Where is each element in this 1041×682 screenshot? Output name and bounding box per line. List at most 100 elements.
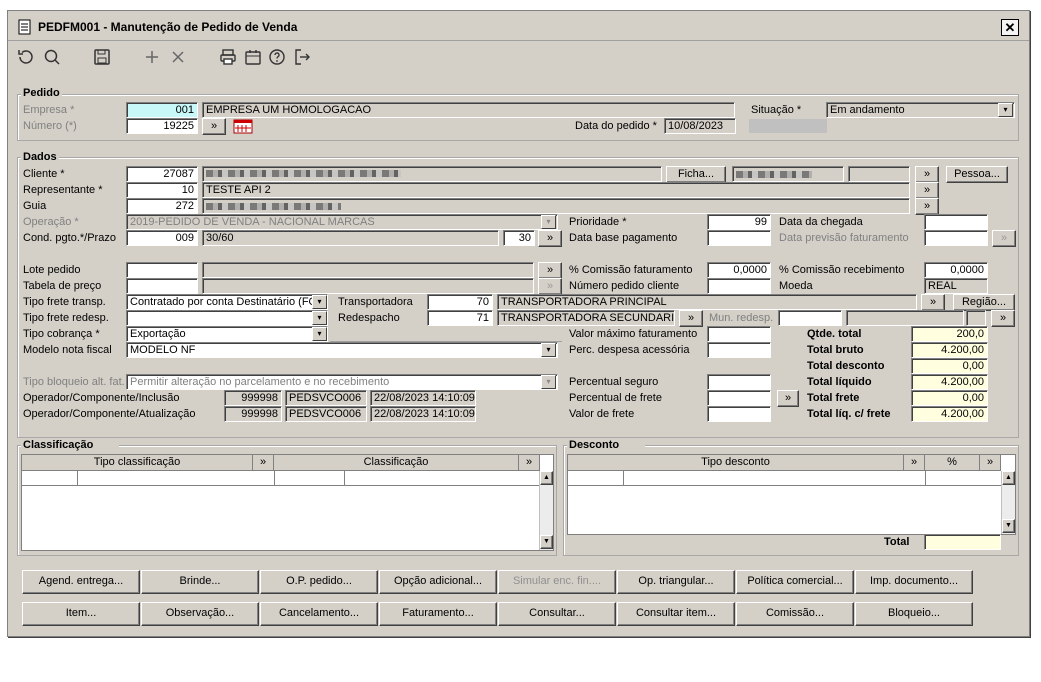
exit-icon[interactable] [292, 47, 312, 67]
situacao-dropdown-button[interactable]: ▾ [998, 103, 1013, 117]
close-button[interactable]: ✕ [1001, 19, 1019, 36]
window-title: PEDFM001 - Manutenção de Pedido de Venda [38, 20, 298, 34]
ficha-button[interactable]: Ficha... [666, 166, 726, 183]
tabela-input[interactable] [126, 278, 198, 294]
col-percentual-arrow[interactable]: » [980, 455, 1001, 471]
prioridade-input[interactable]: 99 [707, 214, 771, 230]
consultar-item-button[interactable]: Consultar item... [617, 602, 735, 626]
frete-transp-select[interactable]: Contratado por conta Destinatário (FOB) [126, 294, 328, 310]
undo-icon[interactable] [16, 47, 36, 67]
empresa-code-input[interactable]: 001 [126, 102, 198, 118]
mun-redesp-input[interactable] [778, 310, 842, 326]
desconto-scrollbar[interactable]: ▲ ▼ [1001, 471, 1015, 534]
lote-label: Lote pedido [23, 264, 81, 276]
calendar-lookup-icon[interactable] [233, 119, 253, 134]
consultar-button[interactable]: Consultar... [498, 602, 616, 626]
cliente-lookup-button[interactable]: » [915, 166, 939, 183]
cond-pgto-lookup-button[interactable]: » [538, 230, 562, 247]
bloqueio-select[interactable]: Permitir alteração no parcelamento e no … [126, 374, 558, 390]
bloqueio-dropdown-button[interactable]: ▾ [541, 375, 556, 389]
situacao-select[interactable]: Em andamento [826, 102, 1015, 118]
desconto-grid[interactable]: Tipo desconto » % » ▲ ▼ [567, 454, 1016, 535]
comissao-fat-input[interactable]: 0,0000 [707, 262, 771, 278]
redespacho-code-input[interactable]: 71 [427, 310, 493, 326]
add-icon[interactable] [142, 47, 162, 67]
classificacao-grid[interactable]: Tipo classificação » Classificação » ▲ ▼ [21, 454, 554, 551]
observacao-button[interactable]: Observação... [141, 602, 259, 626]
cobranca-dropdown-button[interactable]: ▾ [312, 327, 327, 341]
lote-input[interactable] [126, 262, 198, 278]
modelo-select[interactable]: MODELO NF [126, 342, 558, 358]
table-row[interactable] [22, 471, 540, 486]
col-tipo-desconto-arrow[interactable]: » [904, 455, 925, 471]
delete-icon[interactable] [168, 47, 188, 67]
opcao-adicional-button[interactable]: Opção adicional... [379, 570, 497, 594]
save-icon[interactable] [92, 47, 112, 67]
valor-frete-input[interactable] [707, 406, 771, 422]
cobranca-select[interactable]: Exportação [126, 326, 328, 342]
comissao-button[interactable]: Comissão... [736, 602, 854, 626]
operacao-select[interactable]: 2019-PEDIDO DE VENDA - NACIONAL MARCAS [126, 214, 558, 230]
simular-enc-fin-button[interactable]: Simular enc. fin.... [498, 570, 616, 594]
data-previsao-input[interactable] [924, 230, 988, 246]
operacao-dropdown-button[interactable]: ▾ [541, 215, 556, 229]
frete-redesp-dropdown-button[interactable]: ▾ [312, 311, 327, 325]
comissao-rec-input[interactable]: 0,0000 [924, 262, 988, 278]
data-previsao-button[interactable]: » [992, 230, 1016, 247]
transportadora-lookup-button[interactable]: » [921, 294, 945, 311]
perc-frete-input[interactable] [707, 390, 771, 406]
cond-pgto-code-input[interactable]: 009 [126, 230, 198, 246]
col-classificacao-arrow[interactable]: » [519, 455, 540, 471]
redespacho-lookup-button[interactable]: » [679, 310, 703, 327]
o-p-pedido-button[interactable]: O.P. pedido... [260, 570, 378, 594]
search-icon[interactable] [42, 47, 62, 67]
op-triangular-button[interactable]: Op. triangular... [617, 570, 735, 594]
representante-code-input[interactable]: 10 [126, 182, 198, 198]
lote-lookup-button[interactable]: » [538, 262, 562, 279]
imp-documento-button[interactable]: Imp. documento... [855, 570, 973, 594]
numero-input[interactable]: 19225 [126, 118, 198, 134]
data-base-input[interactable] [707, 230, 771, 246]
col-tipo-desconto[interactable]: Tipo desconto [568, 455, 904, 471]
politica-comercial-button[interactable]: Política comercial... [736, 570, 854, 594]
brinde-button[interactable]: Brinde... [141, 570, 259, 594]
frete-transp-dropdown-button[interactable]: ▾ [312, 295, 327, 309]
tabela-lookup-button[interactable]: » [538, 278, 562, 295]
modelo-dropdown-button[interactable]: ▾ [541, 343, 556, 357]
guia-code-input[interactable]: 272 [126, 198, 198, 214]
print-icon[interactable] [218, 47, 238, 67]
transportadora-code-input[interactable]: 70 [427, 294, 493, 310]
cancelamento-button[interactable]: Cancelamento... [260, 602, 378, 626]
perc-seguro-input[interactable] [707, 374, 771, 390]
numero-lookup-button[interactable]: » [202, 118, 226, 135]
agend-entrega-button[interactable]: Agend. entrega... [22, 570, 140, 594]
col-tipo-classificacao[interactable]: Tipo classificação [22, 455, 253, 471]
help-icon[interactable] [267, 47, 287, 67]
num-cliente-input[interactable] [707, 278, 771, 294]
col-tipo-classificacao-arrow[interactable]: » [253, 455, 274, 471]
table-row[interactable] [568, 471, 1001, 486]
classificacao-scrollbar[interactable]: ▲ ▼ [539, 471, 553, 550]
cliente-code-input[interactable]: 27087 [126, 166, 198, 182]
op-inclusao-code: 999998 [224, 390, 282, 406]
pessoa-button[interactable]: Pessoa... [946, 166, 1008, 183]
bloqueio-button[interactable]: Bloqueio... [855, 602, 973, 626]
representante-lookup-button[interactable]: » [915, 182, 939, 199]
col-classificacao[interactable]: Classificação [274, 455, 519, 471]
guia-lookup-button[interactable]: » [915, 198, 939, 215]
representante-name-field: TESTE API 2 [202, 182, 910, 198]
main-window: PEDFM001 - Manutenção de Pedido de Venda… [7, 10, 1030, 637]
item-button[interactable]: Item... [22, 602, 140, 626]
perc-desp-input[interactable] [707, 342, 771, 358]
data-chegada-input[interactable] [924, 214, 988, 230]
cliente-doc-field [732, 166, 844, 182]
frete-lookup-button[interactable]: » [777, 390, 799, 407]
regiao-button[interactable]: Região... [953, 294, 1015, 311]
frete-redesp-select[interactable] [126, 310, 328, 326]
calendar-icon[interactable] [243, 47, 263, 67]
valor-max-input[interactable] [707, 326, 771, 342]
mun-redesp-lookup-button[interactable]: » [991, 310, 1015, 327]
prazo-input[interactable]: 30 [503, 230, 535, 246]
faturamento-button[interactable]: Faturamento... [379, 602, 497, 626]
col-percentual[interactable]: % [925, 455, 980, 471]
